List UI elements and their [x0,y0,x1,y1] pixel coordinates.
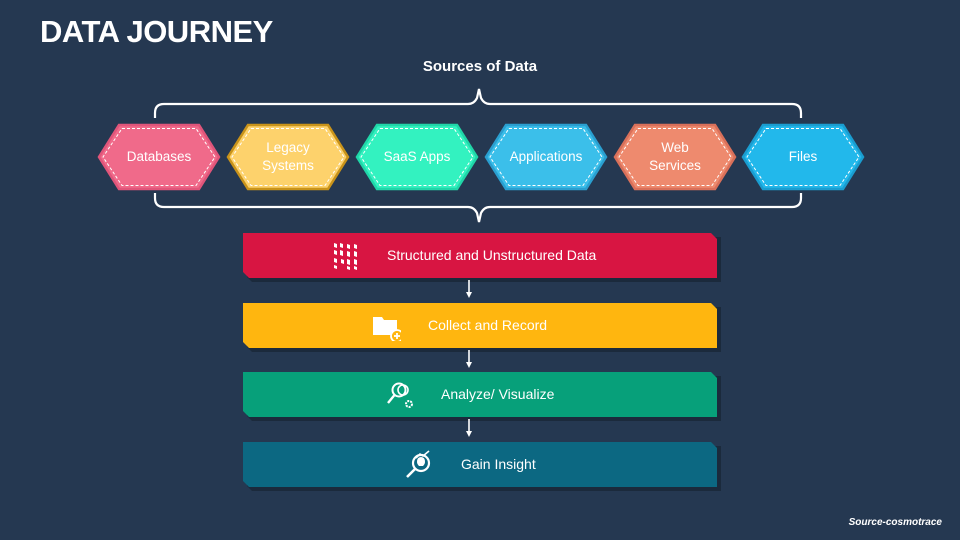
slide-title: DATA JOURNEY [40,14,273,49]
source-databases: Databases [97,123,221,191]
insight-magnifier-icon [406,450,431,478]
source-label: Applications [509,149,583,164]
folder-add-icon [373,317,401,341]
source-label: Files [788,149,818,164]
step-label: Collect and Record [428,317,548,333]
source-label: Databases [126,149,192,164]
top-curly-bracket [153,88,803,118]
bottom-curly-bracket [153,193,803,223]
data-grid-icon [334,243,357,270]
step-label: Structured and Unstructured Data [387,247,597,263]
source-note: Source-cosmotrace [848,517,942,528]
source-label: SaaS Apps [383,149,451,164]
step-label: Gain Insight [461,456,536,472]
source-web-services: Web Services [613,123,737,191]
step-collect-record: Collect and Record [243,303,721,352]
source-saas-apps: SaaS Apps [355,123,479,191]
step-label: Analyze/ Visualize [441,386,555,402]
step-analyze-visualize: Analyze/ Visualize [243,372,721,421]
arrow-down-icon [466,419,472,437]
source-applications: Applications [484,123,608,191]
source-label: Web Services [649,140,701,173]
sources-heading: Sources of Data [422,58,538,75]
source-legacy-systems: Legacy Systems [226,123,350,191]
magnifier-gear-icon [387,382,413,408]
step-gain-insight: Gain Insight [243,442,721,491]
arrow-down-icon [466,280,472,298]
arrow-down-icon [466,350,472,368]
source-label: Legacy Systems [262,140,314,173]
source-files: Files [741,123,865,191]
step-structured-unstructured-data: Structured and Unstructured Data [243,233,721,282]
